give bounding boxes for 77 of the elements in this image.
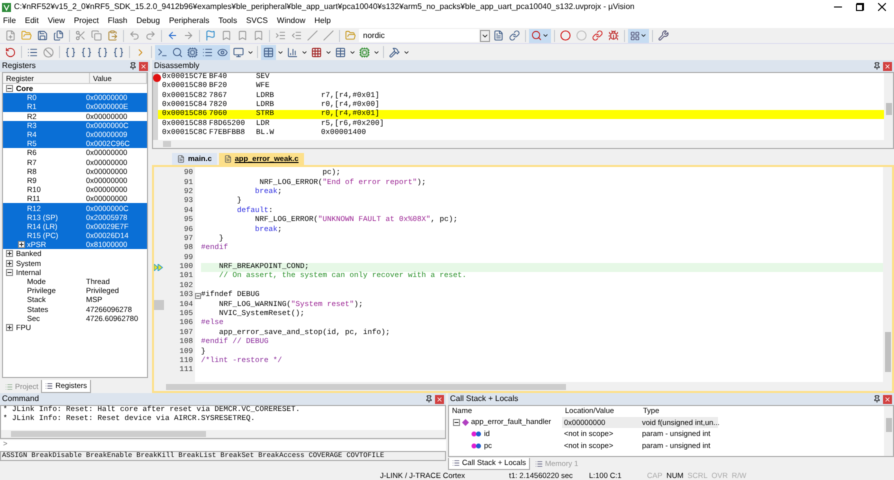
debug-button[interactable]: [529, 28, 551, 42]
menu-item[interactable]: Help: [314, 15, 331, 27]
caret-icon[interactable]: [247, 48, 254, 56]
wrench-icon[interactable]: [656, 28, 671, 43]
panel-title: Command: [2, 393, 39, 405]
collapse-icon[interactable]: [453, 418, 460, 426]
close-icon: [436, 396, 443, 402]
window-button[interactable]: [628, 28, 649, 42]
target-field[interactable]: nordic: [359, 29, 479, 42]
scrollbar[interactable]: [884, 73, 893, 140]
pin-icon[interactable]: [129, 62, 137, 70]
menu-item[interactable]: Debug: [136, 15, 160, 27]
variable-icon: [471, 443, 481, 449]
close-icon: [884, 62, 891, 70]
horizontal-scrollbar[interactable]: [153, 140, 893, 148]
grid-icon: [630, 30, 640, 40]
pin-icon[interactable]: [873, 62, 881, 70]
menu-item[interactable]: File: [3, 15, 16, 27]
close-icon: [140, 62, 147, 70]
caret-icon[interactable]: [403, 48, 410, 56]
menu-item[interactable]: Edit: [24, 15, 39, 27]
expand-icon[interactable]: [6, 250, 13, 258]
list-icon: [5, 382, 13, 390]
menu-item[interactable]: SVCS: [246, 15, 268, 27]
scrollbar[interactable]: [883, 167, 892, 382]
link-icon[interactable]: [507, 28, 522, 43]
expand-icon[interactable]: [18, 241, 25, 248]
file-icon: [177, 155, 185, 163]
save-all-icon[interactable]: [51, 28, 66, 43]
bug-icon[interactable]: [606, 28, 621, 43]
list-icon: [535, 460, 543, 468]
list-icon: [452, 459, 460, 467]
close-button[interactable]: [139, 62, 148, 70]
window-title: C:¥nRF52¥v15_2_0¥nRF5_SDK_15.2.0_9412b96¥examples¥ble_peripheral¥ble_app_uart¥pca10040¥s132¥arm5_no_packs¥ble_app_uart_pca10040_s132.uvprojx - µVision: [14, 1, 636, 13]
menu-item[interactable]: Peripherals: [168, 15, 210, 27]
collapse-icon[interactable]: [6, 268, 13, 276]
panel-title: Registers: [2, 60, 36, 72]
magnifier-icon: [531, 30, 542, 41]
horizontal-scrollbar[interactable]: [1, 430, 445, 438]
caret-icon[interactable]: [301, 48, 308, 56]
caret-icon[interactable]: [277, 48, 284, 56]
caret-icon[interactable]: [325, 48, 332, 56]
save-icon[interactable]: [35, 28, 50, 43]
panel-title: Disassembly: [154, 60, 200, 72]
chip-icon[interactable]: [185, 44, 200, 60]
menu-item[interactable]: Project: [74, 15, 99, 27]
pin-icon[interactable]: [425, 395, 433, 403]
menu-item[interactable]: Window: [276, 15, 306, 27]
panel-title: Call Stack + Locals: [450, 393, 518, 405]
close-icon: [884, 396, 891, 402]
scrollbar[interactable]: [884, 406, 893, 456]
maximize-icon[interactable]: [856, 3, 864, 11]
breakpoint-icon[interactable]: [558, 28, 573, 43]
file-icon: [224, 155, 232, 163]
close-icon[interactable]: [878, 3, 886, 11]
caret-icon: [640, 32, 647, 39]
dropdown-button[interactable]: [480, 30, 490, 42]
pin-icon[interactable]: [873, 395, 881, 403]
variable-icon: [471, 431, 481, 437]
caret-icon[interactable]: [349, 48, 356, 56]
close-button[interactable]: [883, 394, 892, 404]
close-button[interactable]: [435, 394, 444, 404]
menu-item[interactable]: View: [48, 15, 65, 27]
chip-icon[interactable]: [357, 44, 372, 60]
expand-icon[interactable]: [6, 260, 13, 267]
link-icon[interactable]: [590, 28, 605, 43]
expand-icon[interactable]: [6, 324, 13, 331]
list-icon: [45, 382, 54, 390]
horizontal-scrollbar[interactable]: [154, 382, 892, 391]
menu-item[interactable]: Tools: [218, 15, 238, 27]
caret-icon: [542, 32, 549, 39]
function-icon: [462, 418, 469, 426]
collapse-icon[interactable]: [6, 85, 13, 92]
menu-item[interactable]: Flash: [108, 15, 128, 27]
close-button[interactable]: [883, 62, 892, 70]
fold-icon[interactable]: [195, 292, 201, 299]
caret-icon[interactable]: [373, 48, 380, 56]
